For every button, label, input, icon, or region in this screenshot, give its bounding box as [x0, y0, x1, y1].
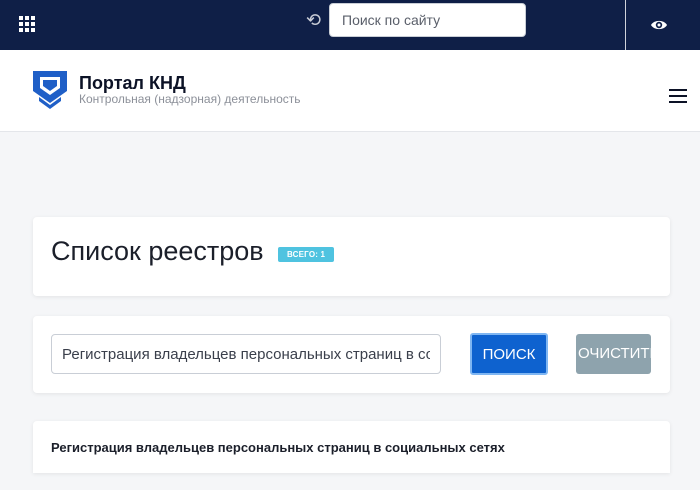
hamburger-menu-icon[interactable]: [669, 89, 687, 103]
site-title[interactable]: Портал КНД: [79, 73, 186, 94]
page-title: Список реестров: [51, 236, 264, 266]
site-subtitle: Контрольная (надзорная) деятельность: [79, 92, 301, 106]
topbar-divider: [625, 0, 626, 50]
site-header: Портал КНД Контрольная (надзорная) деяте…: [0, 50, 700, 132]
site-search-input[interactable]: [329, 3, 526, 37]
reload-icon: ⟲: [306, 10, 322, 30]
result-title-link[interactable]: Регистрация владельцев персональных стра…: [51, 440, 505, 455]
search-button[interactable]: ПОИСК: [470, 333, 548, 375]
grid-icon[interactable]: [19, 16, 35, 32]
search-card: ПОИСК ОЧИСТИТЬ: [33, 316, 670, 393]
registry-search-input[interactable]: [51, 334, 441, 374]
registry-header-card: Список реестров ВСЕГО: 1: [33, 217, 670, 296]
topbar: ⟲: [0, 0, 700, 50]
result-list-item: Регистрация владельцев персональных стра…: [33, 421, 670, 473]
total-count-badge: ВСЕГО: 1: [278, 247, 335, 262]
shield-logo-icon[interactable]: [33, 71, 67, 111]
eye-icon[interactable]: [650, 18, 668, 32]
clear-button[interactable]: ОЧИСТИТЬ: [576, 334, 659, 374]
